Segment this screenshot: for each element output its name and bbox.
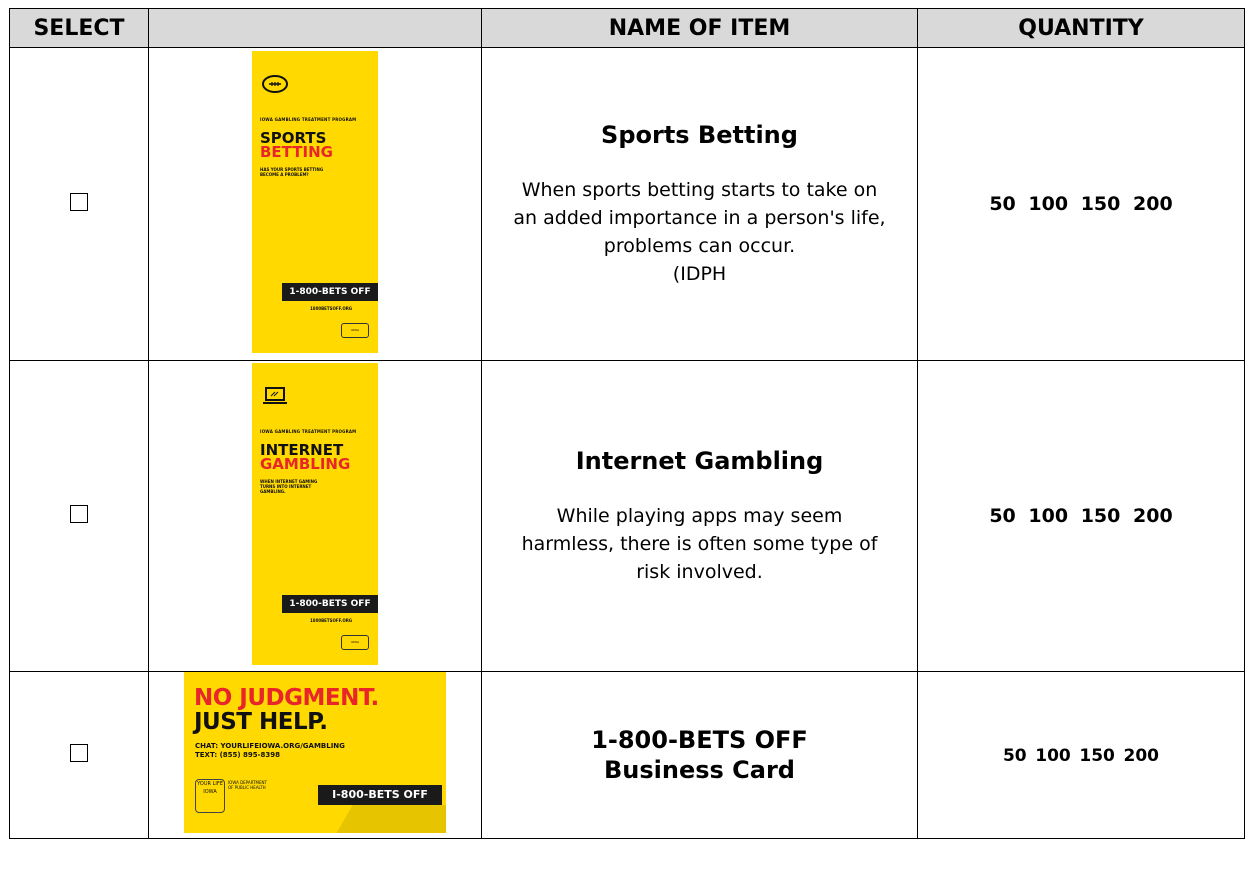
card-chat-line: CHAT: YOURLIFEIOWA.ORG/GAMBLING xyxy=(195,742,345,750)
select-cell xyxy=(9,47,149,361)
quantity-option-100[interactable]: 100 xyxy=(1028,505,1068,527)
quantity-option-50[interactable]: 50 xyxy=(989,505,1015,527)
select-cell xyxy=(9,671,149,839)
brochure-program-text: IOWA GAMBLING TREATMENT PROGRAM xyxy=(260,116,357,122)
iowa-logo-icon: IOWA xyxy=(341,322,369,338)
brochure-phone-bar: 1-800-BETS OFF xyxy=(282,594,378,613)
card-phone-bar: I-800-BETS OFF xyxy=(318,785,442,805)
header-quantity: QUANTITY xyxy=(917,8,1245,48)
header-name-of-item: NAME OF ITEM xyxy=(481,8,918,48)
select-cell xyxy=(9,360,149,672)
description-line: harmless, there is often some type of xyxy=(521,533,878,555)
table-row: IOWA GAMBLING TREATMENT PROGRAM INTERNET… xyxy=(9,360,1245,672)
card-text-line: TEXT: (855) 895-8398 xyxy=(195,751,281,759)
quantity-option-150[interactable]: 150 xyxy=(1081,193,1121,215)
brochure-subtitle: WHEN INTERNET GAMING TURNS INTO INTERNET… xyxy=(260,478,318,494)
brochure-title-line2: GAMBLING xyxy=(260,454,351,473)
quantity-option-150[interactable]: 150 xyxy=(1079,746,1115,766)
quantity-cell: 50 100 150 200 xyxy=(917,671,1245,839)
your-life-iowa-logo-icon: YOUR LIFE IOWA xyxy=(195,779,225,813)
item-name-cell: 1-800-BETS OFF Business Card xyxy=(481,671,918,839)
iowa-logo-icon: IOWA xyxy=(341,634,369,650)
quantity-option-50[interactable]: 50 xyxy=(989,193,1015,215)
description-line: While playing apps may seem xyxy=(556,505,843,527)
table-row: IOWA GAMBLING TREATMENT PROGRAM SPORTS B… xyxy=(9,47,1245,361)
business-card-image: NO JUDGMENT. JUST HELP. CHAT: YOURLIFEIO… xyxy=(184,672,446,833)
quantity-option-200[interactable]: 200 xyxy=(1133,505,1173,527)
quantity-option-50[interactable]: 50 xyxy=(1003,746,1027,766)
image-cell: IOWA GAMBLING TREATMENT PROGRAM SPORTS B… xyxy=(148,47,482,361)
quantity-option-200[interactable]: 200 xyxy=(1124,746,1160,766)
brochure-url: 1800BETSOFF.ORG xyxy=(310,305,353,311)
brochure-title-line2: BETTING xyxy=(260,142,333,161)
football-icon xyxy=(261,73,289,99)
internet-gambling-brochure-image: IOWA GAMBLING TREATMENT PROGRAM INTERNET… xyxy=(252,362,378,665)
quantity-option-100[interactable]: 100 xyxy=(1035,746,1071,766)
description-line: (IDPH xyxy=(672,263,727,285)
quantity-option-100[interactable]: 100 xyxy=(1028,193,1068,215)
card-headline-2: JUST HELP. xyxy=(194,709,328,735)
image-cell: NO JUDGMENT. JUST HELP. CHAT: YOURLIFEIO… xyxy=(148,671,482,839)
select-checkbox-business-card[interactable] xyxy=(70,743,88,762)
item-title: Internet Gambling xyxy=(575,447,824,475)
card-department: IOWA DEPARTMENT OF PUBLIC HEALTH xyxy=(228,780,267,790)
quantity-option-200[interactable]: 200 xyxy=(1133,193,1173,215)
quantity-option-150[interactable]: 150 xyxy=(1081,505,1121,527)
quantity-cell: 50 100 150 200 xyxy=(917,360,1245,672)
card-shadow-decoration xyxy=(335,805,446,833)
table-row: NO JUDGMENT. JUST HELP. CHAT: YOURLIFEIO… xyxy=(9,671,1245,839)
brochure-program-text: IOWA GAMBLING TREATMENT PROGRAM xyxy=(260,428,357,434)
brochure-phone-bar: 1-800-BETS OFF xyxy=(282,282,378,301)
item-name-cell: Sports Betting When sports betting start… xyxy=(481,47,918,361)
header-row: SELECT NAME OF ITEM QUANTITY xyxy=(9,8,1245,48)
order-form-table: SELECT NAME OF ITEM QUANTITY IOWA GAMBLI… xyxy=(9,8,1245,839)
description-line: an added importance in a person's life, xyxy=(513,207,886,229)
select-checkbox-internet-gambling[interactable] xyxy=(70,504,88,523)
header-select: SELECT xyxy=(9,8,149,48)
item-description: When sports betting starts to take on an… xyxy=(482,176,917,288)
item-description: While playing apps may seem harmless, th… xyxy=(482,502,917,586)
select-checkbox-sports-betting[interactable] xyxy=(70,192,88,211)
brochure-url: 1800BETSOFF.ORG xyxy=(310,617,353,623)
brochure-subtitle: HAS YOUR SPORTS BETTING BECOME A PROBLEM… xyxy=(260,166,324,177)
item-title-line1: 1-800-BETS OFF xyxy=(591,726,808,754)
header-image xyxy=(148,8,482,48)
image-cell: IOWA GAMBLING TREATMENT PROGRAM INTERNET… xyxy=(148,360,482,672)
item-title: Sports Betting xyxy=(601,121,798,149)
laptop-icon xyxy=(261,385,289,411)
description-line: problems can occur. xyxy=(603,235,796,257)
item-name-cell: Internet Gambling While playing apps may… xyxy=(481,360,918,672)
card-headline-1: NO JUDGMENT. xyxy=(194,685,379,711)
sports-betting-brochure-image: IOWA GAMBLING TREATMENT PROGRAM SPORTS B… xyxy=(252,50,378,353)
quantity-cell: 50 100 150 200 xyxy=(917,47,1245,361)
description-line: When sports betting starts to take on xyxy=(521,179,878,201)
description-line: risk involved. xyxy=(636,561,763,583)
item-title-line2: Business Card xyxy=(603,756,795,784)
